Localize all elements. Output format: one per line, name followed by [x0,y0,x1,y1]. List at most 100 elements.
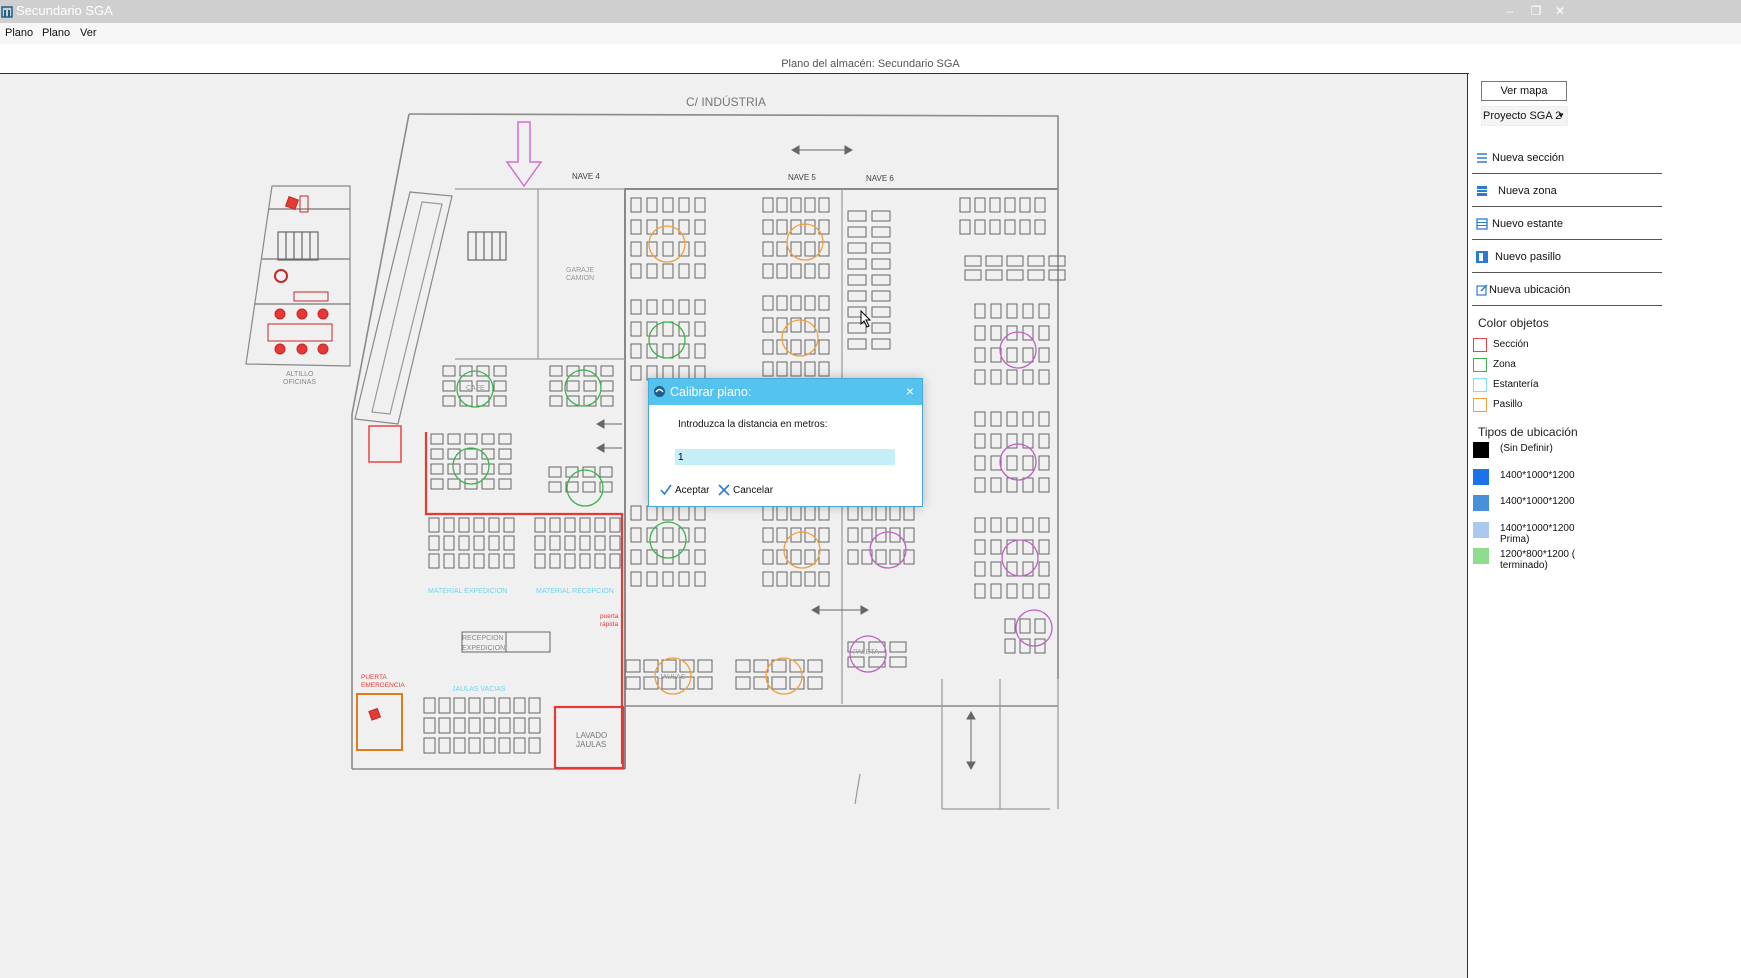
ver-mapa-button[interactable]: Ver mapa [1481,81,1567,101]
storage-slot [582,481,596,493]
window-title: Secundario SGA [16,3,113,18]
project-select[interactable]: Proyecto SGA 2 ▼ [1481,106,1568,126]
storage-slot [473,517,485,533]
new-aisle-label: Nuevo pasillo [1495,251,1562,263]
storage-slot [974,477,986,493]
storage-slot [789,659,805,673]
storage-slot [1006,269,1024,281]
storage-slot [678,527,690,543]
storage-slot [498,697,511,714]
section-icon [1477,153,1487,163]
storage-slot [483,697,496,714]
storage-slot [493,380,507,392]
storage-slot [498,463,512,475]
storage-slot [804,527,816,543]
new-aisle-button[interactable]: Nuevo pasillo [1472,246,1662,273]
storage-slot [438,717,451,734]
storage-slot [1006,433,1018,449]
storage-slot [818,571,830,587]
storage-slot [549,395,563,407]
location-type-swatch [1473,442,1489,458]
jaulas-vacias-label: JAULAS VACIAS [452,686,506,693]
storage-slot [564,535,576,551]
color-swatch [1473,358,1487,372]
storage-slot [662,321,674,337]
oficinas-label: OFICINAS [283,379,316,386]
new-location-button[interactable]: Nueva ubicación [1472,279,1662,306]
storage-slot [458,517,470,533]
storage-slot [594,535,606,551]
app-logo-icon [654,386,665,397]
storage-slot [447,478,461,490]
maximize-icon[interactable]: ❐ [1527,2,1545,20]
new-section-button[interactable]: Nueva sección [1472,147,1662,174]
menu-plano-2[interactable]: Plano [42,27,70,39]
storage-slot [1006,255,1024,267]
storage-slot [1022,369,1034,385]
menu-ver[interactable]: Ver [80,27,97,39]
storage-slot [1038,517,1050,533]
storage-slot [1006,411,1018,427]
app-icon [1,6,13,18]
minimize-icon[interactable]: – [1501,2,1519,20]
storage-slot [790,549,802,565]
storage-slot [1038,561,1050,577]
storage-slot [959,197,971,213]
storage-slot [630,263,642,279]
storage-slot [694,527,706,543]
storage-slot [534,535,546,551]
new-shelf-button[interactable]: Nuevo estante [1472,213,1662,240]
storage-slot [430,448,444,460]
storage-slot [1019,197,1031,213]
storage-slot [609,517,621,533]
new-zone-label: Nueva zona [1498,185,1557,197]
close-icon[interactable]: × [906,383,914,399]
storage-slot [990,369,1002,385]
storage-slot [776,361,788,377]
storage-slot [807,659,823,673]
location-type-label: 1400*1000*1200 [1500,522,1575,534]
color-heading: Color objetos [1478,316,1549,330]
storage-slot [498,478,512,490]
storage-slot [889,656,907,668]
storage-slot [1038,325,1050,341]
storage-slot [662,241,674,257]
storage-slot [1034,219,1046,235]
storage-slot [662,263,674,279]
storage-slot [847,505,859,521]
distance-input[interactable] [675,449,895,465]
storage-slot [818,263,830,279]
storage-slot [609,553,621,569]
storage-slot [776,197,788,213]
storage-slot [549,517,561,533]
storage-slot [630,343,642,359]
storage-slot [762,505,774,521]
color-swatch [1473,338,1487,352]
storage-slot [1048,269,1066,281]
storage-slot [1006,303,1018,319]
storage-slot [579,553,591,569]
storage-slot [443,553,455,569]
floorplan-canvas[interactable]: C/ INDÚSTRIA NAVE 4 NAVE 5 NAVE 6 ALTILL… [0,74,1467,978]
storage-slot [579,535,591,551]
storage-slot [804,549,816,565]
storage-slot [662,505,674,521]
storage-slot [861,527,873,543]
storage-slot [1038,455,1050,471]
checkmark-icon [660,484,672,496]
storage-slot [847,242,867,254]
new-zone-button[interactable]: Nueva zona [1472,180,1662,207]
storage-slot [990,411,1002,427]
zone-circle [869,531,907,569]
cancel-x-icon [718,484,730,496]
storage-slot [694,505,706,521]
storage-slot [762,549,774,565]
storage-slot [847,549,859,565]
close-window-icon[interactable]: ✕ [1551,2,1569,20]
storage-slot [861,505,873,521]
storage-slot [646,263,658,279]
color-swatch [1473,398,1487,412]
menu-plano-1[interactable]: Plano [5,27,33,39]
paleta-label: PALETA [853,649,879,656]
storage-slot [694,299,706,315]
